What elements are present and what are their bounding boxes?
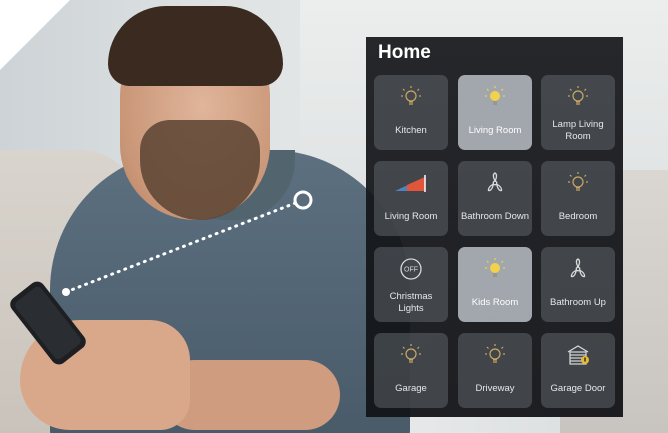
tile-label: Bedroom <box>558 211 598 222</box>
fan-icon <box>566 257 590 281</box>
tile-bedroom[interactable]: Bedroom <box>541 161 615 236</box>
bulb-icon <box>483 257 507 281</box>
garage-door-icon <box>566 343 590 367</box>
tile-bathroom-up[interactable]: Bathroom Up <box>541 247 615 322</box>
bulb-icon <box>566 171 590 195</box>
tile-living-room-dimmer[interactable]: Living Room <box>374 161 448 236</box>
bulb-icon <box>566 85 590 109</box>
person-hair <box>108 6 283 86</box>
tile-living-room[interactable]: Living Room <box>458 75 532 150</box>
tile-label: Garage Door <box>550 383 606 394</box>
bulb-icon <box>483 85 507 109</box>
tile-bathroom-down[interactable]: Bathroom Down <box>458 161 532 236</box>
hero-image: Home Kitchen Living Room Lamp Living Roo… <box>0 0 668 433</box>
tile-label: Driveway <box>475 383 515 394</box>
tile-label: Kitchen <box>395 125 427 136</box>
tile-kids-room[interactable]: Kids Room <box>458 247 532 322</box>
tile-label: Living Room <box>468 125 522 136</box>
dimmer-icon <box>392 171 428 195</box>
bulb-icon <box>399 85 423 109</box>
tile-label: Bathroom Up <box>550 297 606 308</box>
bulb-icon <box>399 343 423 367</box>
tile-label: Kids Room <box>471 297 519 308</box>
panel-title: Home <box>378 42 431 63</box>
tile-label: Lamp Living Room <box>552 119 604 142</box>
tile-label: Living Room <box>384 211 438 222</box>
bulb-icon <box>483 343 507 367</box>
tile-christmas-lights[interactable]: OFF Christmas Lights <box>374 247 448 322</box>
tile-lamp-living-room[interactable]: Lamp Living Room <box>541 75 615 150</box>
tile-garage-door[interactable]: Garage Door <box>541 333 615 408</box>
tile-garage[interactable]: Garage <box>374 333 448 408</box>
tile-kitchen[interactable]: Kitchen <box>374 75 448 150</box>
tile-label: Bathroom Down <box>460 211 530 222</box>
power-off-icon: OFF <box>399 257 423 281</box>
tile-label: Garage <box>395 383 427 394</box>
power-off-text: OFF <box>404 267 418 274</box>
fan-icon <box>483 171 507 195</box>
tile-label: Christmas Lights <box>389 291 433 314</box>
tile-driveway[interactable]: Driveway <box>458 333 532 408</box>
